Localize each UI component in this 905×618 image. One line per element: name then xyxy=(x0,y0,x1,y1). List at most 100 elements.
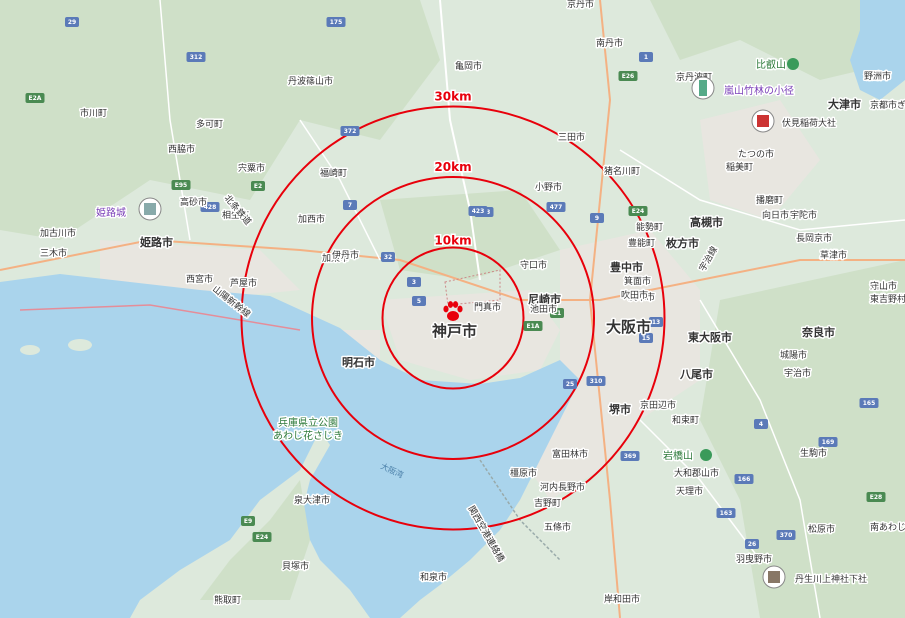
poi-iwahashiyama[interactable]: 岩橋山 xyxy=(662,448,712,464)
city-label: 西宮市 xyxy=(186,273,213,285)
svg-text:4: 4 xyxy=(759,421,763,428)
svg-text:310: 310 xyxy=(590,378,603,385)
highway-shield: 169 xyxy=(818,437,838,447)
city-label: 京都市 xyxy=(870,99,897,111)
svg-text:25: 25 xyxy=(566,381,574,388)
svg-text:312: 312 xyxy=(190,54,203,61)
city-label: 丹波篠山市 xyxy=(288,75,333,87)
highway-shield: 369 xyxy=(620,451,640,461)
svg-text:15: 15 xyxy=(642,335,650,342)
svg-text:26: 26 xyxy=(748,541,756,548)
highway-shield: 25 xyxy=(563,379,577,389)
svg-text:175: 175 xyxy=(330,19,343,26)
poi-hieizan[interactable]: 比叡山 xyxy=(755,57,799,73)
city-label: 小野市 xyxy=(535,181,562,193)
svg-text:477: 477 xyxy=(550,204,563,211)
city-label: 熊取町 xyxy=(214,594,241,606)
city-label: 岸和田市 xyxy=(604,593,640,605)
highway-shield: E2A xyxy=(25,93,45,103)
city-label: 和束町 xyxy=(672,415,699,426)
svg-text:E95: E95 xyxy=(175,182,187,189)
map-view[interactable]: 10km 20km 30km 29 175 312 E2A E95 372 E2 428 7 32 3 5… xyxy=(0,0,905,618)
highway-shield: 13 xyxy=(649,317,663,327)
city-label: 東大阪市 xyxy=(688,330,732,344)
park-label-line1: 兵庫県立公園 xyxy=(278,416,338,429)
city-label: 福崎町 xyxy=(320,167,347,179)
city-label: 長岡京市 xyxy=(796,232,832,244)
city-label: 宇治市 xyxy=(784,367,811,379)
city-label: 和泉市 xyxy=(420,571,447,583)
city-label: 京丹市 xyxy=(567,0,594,10)
highway-shield: 165 xyxy=(859,398,879,408)
city-label: 姫路市 xyxy=(140,235,173,249)
city-label: 城陽市 xyxy=(780,349,807,361)
highway-shield: 1 xyxy=(639,52,653,62)
highway-shield: 312 xyxy=(186,52,206,62)
city-label: 守口市 xyxy=(520,259,547,271)
svg-text:13: 13 xyxy=(652,319,660,326)
poi-label: 姫路城 xyxy=(96,206,126,219)
highway-shield: 175 xyxy=(326,17,346,27)
highway-shield: 29 xyxy=(65,17,79,27)
city-label: 神戸市 xyxy=(432,322,477,340)
city-label: 生駒市 xyxy=(800,447,827,459)
svg-text:166: 166 xyxy=(738,476,751,483)
highway-shield: E28 xyxy=(866,492,886,502)
city-label: 守山市 xyxy=(870,280,897,292)
city-label: 河内長野市 xyxy=(540,481,585,493)
svg-text:7: 7 xyxy=(348,202,352,209)
highway-shield: 9 xyxy=(590,213,604,223)
svg-text:169: 169 xyxy=(822,439,835,446)
city-label: 吹田市 xyxy=(621,289,648,301)
ring-label-20km: 20km xyxy=(434,160,471,174)
city-label: 尼崎市 xyxy=(528,292,561,306)
city-label: 池田市 xyxy=(530,303,557,315)
poi-label: 伏見稲荷大社 xyxy=(782,117,836,129)
city-label: 播磨町 xyxy=(756,194,783,206)
city-label: 八尾市 xyxy=(679,367,713,381)
highway-shield: 372 xyxy=(340,126,360,136)
poi-label: 岩橋山 xyxy=(663,449,693,462)
highway-shield: E2 xyxy=(251,181,265,191)
city-label: 五條市 xyxy=(544,521,571,533)
city-label: 西脇市 xyxy=(168,143,195,155)
highway-shield: 423 xyxy=(468,206,488,216)
highway-shield: 477 xyxy=(546,202,566,212)
svg-text:E9: E9 xyxy=(244,518,252,525)
city-label: 豊能町 xyxy=(628,237,655,249)
svg-text:32: 32 xyxy=(384,254,392,261)
city-label: 富田林市 xyxy=(552,448,588,460)
highway-shield: E9 xyxy=(241,516,255,526)
svg-text:423: 423 xyxy=(472,208,485,215)
city-label: 宇陀市 xyxy=(790,209,817,221)
city-label: 貝塚市 xyxy=(282,560,309,572)
svg-text:E1A: E1A xyxy=(527,323,540,330)
svg-text:370: 370 xyxy=(780,532,793,539)
poi-label: 比叡山 xyxy=(756,58,786,71)
city-label: 門真市 xyxy=(474,301,501,313)
highway-shield: 310 xyxy=(586,376,606,386)
svg-text:163: 163 xyxy=(720,510,733,517)
city-label: たつの市 xyxy=(738,148,774,160)
city-label: 猪名川町 xyxy=(604,165,640,177)
mountain-icon xyxy=(700,449,712,461)
svg-text:9: 9 xyxy=(595,215,599,222)
park-label-line2: あわじ花さじき xyxy=(273,429,343,442)
svg-text:1: 1 xyxy=(644,54,648,61)
svg-text:372: 372 xyxy=(344,128,357,135)
city-label: 稲美町 xyxy=(726,161,753,173)
highway-shield: E26 xyxy=(618,71,638,81)
city-label: 三木市 xyxy=(40,247,67,259)
svg-text:29: 29 xyxy=(68,19,76,26)
city-label: 市川町 xyxy=(80,107,107,119)
map-canvas[interactable]: 10km20km30km 29 175312E2AE95372E2428 73235… xyxy=(0,0,905,618)
poi-label: 丹生川上神社下社 xyxy=(795,573,867,585)
highway-shield: 370 xyxy=(776,530,796,540)
highway-shield: E24 xyxy=(628,206,648,216)
svg-text:165: 165 xyxy=(863,400,876,407)
svg-text:E24: E24 xyxy=(256,534,268,541)
city-label: 明石市 xyxy=(342,355,375,369)
city-label: 多可町 xyxy=(196,118,223,130)
city-label: 草津市 xyxy=(820,249,847,261)
highway-shield: 166 xyxy=(734,474,754,484)
